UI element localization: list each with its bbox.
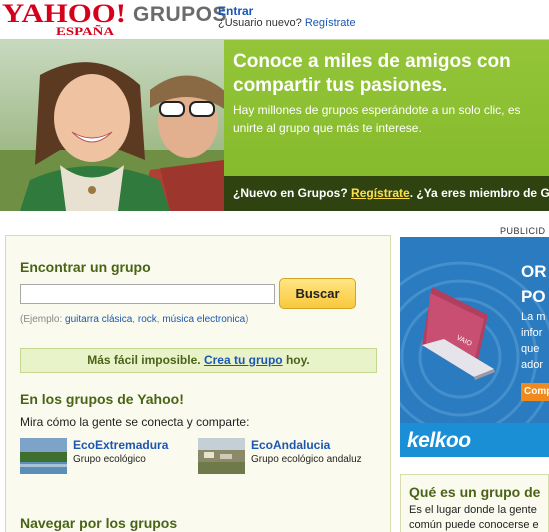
example-prefix: (Ejemplo:	[20, 314, 63, 325]
yahoo-espana-logo[interactable]: YAHOO! ESPAÑA	[2, 0, 130, 38]
yahoo-groups-heading: En los grupos de Yahoo!	[20, 391, 184, 407]
svg-text:ESPAÑA: ESPAÑA	[56, 24, 114, 38]
search-heading: Encontrar un grupo	[20, 259, 151, 275]
group-description: Grupo ecológico andaluz	[251, 454, 362, 465]
featured-group[interactable]: EcoExtremadura Grupo ecológico	[20, 438, 195, 474]
banner-subline: Hay millones de grupos esperándote a un …	[233, 101, 549, 137]
banner-subline-line1: Hay millones de grupos esperándote a un …	[233, 103, 521, 117]
main-panel: Encontrar un grupo Buscar (Ejemplo: guit…	[5, 235, 391, 532]
what-is-box: Qué es un grupo de Es el lugar donde la …	[400, 474, 549, 532]
banner-headline-line1: Conoce a miles de amigos con	[233, 51, 511, 72]
advert-body-line1: La m	[521, 311, 546, 323]
group-thumbnail[interactable]	[20, 438, 67, 474]
group-description: Grupo ecológico	[73, 454, 146, 465]
banner-subline-line2: unirte al grupo que más te interese.	[233, 121, 422, 135]
what-is-text-line2: común puede conocerse e	[409, 519, 539, 531]
group-name-link[interactable]: EcoAndalucia	[251, 438, 330, 452]
cta-prefix: ¿Nuevo en Grupos?	[233, 186, 348, 200]
what-is-title: Qué es un grupo de	[409, 484, 541, 500]
browse-heading: Navegar por los grupos	[20, 515, 178, 531]
kelkoo-logo: kelkoo	[407, 429, 471, 452]
create-group-link[interactable]: Crea tu grupo	[204, 353, 283, 367]
example-link-guitarra[interactable]: guitarra clásica	[65, 314, 132, 325]
group-name-link[interactable]: EcoExtremadura	[73, 438, 168, 452]
banner-cta-bar: ¿Nuevo en Grupos? Regístrate. ¿Ya eres m…	[224, 176, 549, 211]
group-thumbnail[interactable]	[198, 438, 245, 474]
site-header: YAHOO! ESPAÑA GRUPOS Entrar ¿Usuario nue…	[0, 0, 549, 40]
banner-headline-line2: compartir tus pasiones.	[233, 75, 448, 96]
search-examples: (Ejemplo: guitarra clásica, rock, música…	[20, 314, 249, 325]
cta-suffix: . ¿Ya eres miembro de G	[409, 186, 549, 200]
yahoo-groups-intro: Mira cómo la gente se conecta y comparte…	[20, 415, 250, 429]
new-user-text: ¿Usuario nuevo?	[218, 17, 302, 29]
example-suffix: )	[245, 314, 249, 325]
advert-label: PUBLICID	[500, 226, 546, 236]
group-search-input[interactable]	[20, 284, 275, 304]
featured-group[interactable]: EcoAndalucia Grupo ecológico andaluz	[198, 438, 373, 474]
advert-body-line3: que	[521, 343, 540, 355]
advert-body: La m infor que ador	[521, 309, 545, 373]
banner-cta: ¿Nuevo en Grupos? Regístrate. ¿Ya eres m…	[233, 186, 549, 200]
kelkoo-advert[interactable]: VAIO OR PO La m infor que ador Comp kelk…	[400, 237, 549, 457]
register-link[interactable]: Regístrate	[305, 17, 356, 29]
cta-register-link[interactable]: Regístrate	[351, 186, 410, 200]
example-link-rock[interactable]: rock	[138, 314, 157, 325]
create-group-suffix: hoy.	[285, 353, 310, 367]
new-user-prompt: ¿Usuario nuevo? Regístrate	[218, 17, 356, 29]
what-is-text-line1: Es el lugar donde la gente	[409, 504, 537, 516]
create-group-bar: Más fácil imposible. Crea tu grupo hoy.	[20, 348, 377, 373]
banner-headline: Conoce a miles de amigos con compartir t…	[233, 50, 549, 98]
what-is-text: Es el lugar donde la gente común puede c…	[409, 503, 539, 532]
banner-content: Conoce a miles de amigos con compartir t…	[224, 40, 549, 211]
product-name: GRUPOS	[133, 3, 228, 26]
advert-body-line2: infor	[521, 327, 543, 339]
signin-link[interactable]: Entrar	[218, 4, 253, 18]
hero-banner: Conoce a miles de amigos con compartir t…	[0, 40, 549, 211]
advert-title-line2: PO	[521, 287, 546, 306]
search-button[interactable]: Buscar	[279, 278, 356, 309]
advert-body-line4: ador	[521, 359, 544, 371]
advert-title-line1: OR	[521, 262, 547, 281]
hero-photo	[0, 40, 224, 211]
example-link-musica[interactable]: música electronica	[162, 314, 245, 325]
advert-buy-button[interactable]: Comp	[521, 383, 549, 401]
create-group-prefix: Más fácil imposible.	[87, 353, 201, 367]
yahoo-groups-page: YAHOO! ESPAÑA GRUPOS Entrar ¿Usuario nue…	[0, 0, 549, 532]
advert-title: OR PO	[521, 259, 547, 309]
